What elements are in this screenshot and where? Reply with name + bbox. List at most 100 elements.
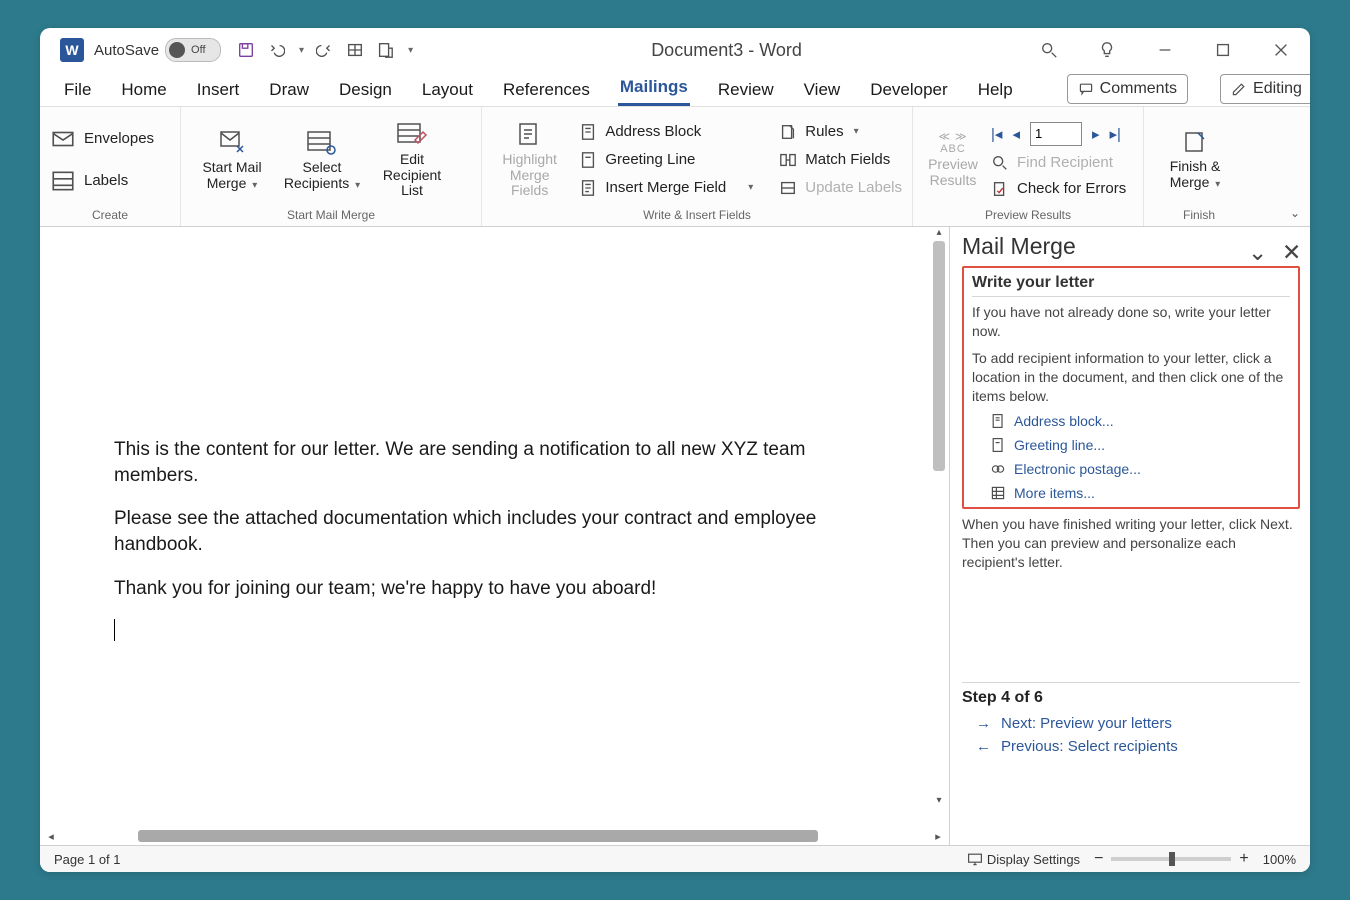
document-title: Document3 - Word xyxy=(413,40,1040,61)
comments-button[interactable]: Comments xyxy=(1067,74,1188,104)
zoom-slider[interactable] xyxy=(1111,857,1231,861)
minimize-icon[interactable] xyxy=(1156,41,1174,59)
pane-title: Mail Merge xyxy=(962,233,1076,260)
editing-mode-button[interactable]: Editing▾ xyxy=(1220,74,1310,104)
first-record-icon[interactable]: |◂ xyxy=(991,125,1002,143)
text-cursor xyxy=(114,619,115,641)
envelopes-button[interactable]: Envelopes xyxy=(50,126,154,152)
pane-dropdown-icon[interactable]: ⌄ xyxy=(1248,239,1264,255)
address-block-button[interactable]: Address Block xyxy=(579,123,753,141)
arrow-right-icon: → xyxy=(976,715,991,732)
document-page[interactable]: This is the content for our letter. We a… xyxy=(40,227,931,827)
prev-record-icon[interactable]: ◂ xyxy=(1012,125,1020,143)
scroll-down-icon[interactable]: ▾ xyxy=(931,795,947,809)
document-area: This is the content for our letter. We a… xyxy=(40,227,949,845)
save-icon[interactable] xyxy=(237,41,255,59)
workspace: This is the content for our letter. We a… xyxy=(40,227,1310,845)
scroll-left-icon[interactable]: ◂ xyxy=(44,830,58,843)
title-bar: W AutoSave Off ▾ ▾ Document3 - Word xyxy=(40,28,1310,72)
rules-button[interactable]: Rules▾ xyxy=(779,123,902,141)
zoom-out-button[interactable]: − xyxy=(1094,850,1103,868)
ribbon-group-preview-results: ≪ ≫ABCPreview Results |◂ ◂ ▸ ▸| Find Rec… xyxy=(913,107,1144,226)
zoom-level[interactable]: 100% xyxy=(1263,852,1296,867)
tab-developer[interactable]: Developer xyxy=(868,76,950,106)
find-recipient-button[interactable]: Find Recipient xyxy=(991,154,1126,172)
maximize-icon[interactable] xyxy=(1214,41,1232,59)
ribbon-group-write-insert: Highlight Merge Fields Address Block Gre… xyxy=(482,107,913,226)
ribbon-collapse-icon[interactable]: ⌄ xyxy=(1290,206,1300,220)
tab-insert[interactable]: Insert xyxy=(195,76,242,106)
search-icon[interactable] xyxy=(1040,41,1058,59)
arrow-left-icon: ← xyxy=(976,738,991,755)
insert-merge-field-button[interactable]: Insert Merge Field▾ xyxy=(579,179,753,197)
scroll-right-icon[interactable]: ▸ xyxy=(931,830,945,843)
undo-icon[interactable] xyxy=(267,41,285,59)
lightbulb-icon[interactable] xyxy=(1098,41,1116,59)
address-block-link[interactable]: Address block... xyxy=(990,413,1290,429)
tab-home[interactable]: Home xyxy=(119,76,168,106)
preview-results-button[interactable]: ≪ ≫ABCPreview Results xyxy=(923,131,983,188)
hscroll-thumb[interactable] xyxy=(138,830,818,842)
after-text: When you have finished writing your lett… xyxy=(962,515,1300,572)
last-record-icon[interactable]: ▸| xyxy=(1110,125,1121,143)
tab-layout[interactable]: Layout xyxy=(420,76,475,106)
word-app-icon: W xyxy=(60,38,84,62)
intro-text-2: To add recipient information to your let… xyxy=(972,349,1290,406)
pane-close-icon[interactable]: ✕ xyxy=(1282,239,1298,255)
record-number-input[interactable] xyxy=(1030,122,1082,146)
ribbon-group-create: Envelopes Labels Create xyxy=(40,107,181,226)
paste-icon[interactable] xyxy=(376,41,394,59)
zoom-in-button[interactable]: + xyxy=(1239,850,1248,868)
close-icon[interactable] xyxy=(1272,41,1290,59)
greeting-line-button[interactable]: Greeting Line xyxy=(579,151,753,169)
paragraph-2: Please see the attached documentation wh… xyxy=(114,506,871,557)
finish-merge-button[interactable]: Finish & Merge ▾ xyxy=(1154,129,1236,190)
select-recipients-button[interactable]: Select Recipients ▾ xyxy=(281,128,363,191)
autosave-toggle[interactable]: Off xyxy=(165,38,221,62)
scroll-thumb[interactable] xyxy=(933,241,945,471)
step-indicator: Step 4 of 6 xyxy=(962,689,1300,707)
display-settings-button[interactable]: Display Settings xyxy=(987,852,1080,867)
highlighted-section: Write your letter If you have not alread… xyxy=(962,266,1300,509)
intro-text-1: If you have not already done so, write y… xyxy=(972,303,1290,341)
table-icon[interactable] xyxy=(346,41,364,59)
tab-view[interactable]: View xyxy=(802,76,843,106)
scroll-up-icon[interactable]: ▴ xyxy=(931,227,947,241)
tab-draw[interactable]: Draw xyxy=(267,76,311,106)
start-mail-merge-button[interactable]: Start Mail Merge ▾ xyxy=(191,128,273,191)
tab-file[interactable]: File xyxy=(62,76,93,106)
undo-dropdown-icon[interactable]: ▾ xyxy=(299,45,304,56)
tab-mailings[interactable]: Mailings xyxy=(618,73,690,106)
check-for-errors-button[interactable]: Check for Errors xyxy=(991,180,1126,198)
ribbon-group-start-mail-merge: Start Mail Merge ▾ Select Recipients ▾ E… xyxy=(181,107,482,226)
highlight-merge-fields-button[interactable]: Highlight Merge Fields xyxy=(492,120,567,198)
word-window: W AutoSave Off ▾ ▾ Document3 - Word File… xyxy=(40,28,1310,872)
tab-design[interactable]: Design xyxy=(337,76,394,106)
horizontal-scrollbar[interactable]: ◂ ▸ xyxy=(40,827,949,845)
ribbon-tabs: File Home Insert Draw Design Layout Refe… xyxy=(40,72,1310,107)
quick-access-toolbar: ▾ ▾ xyxy=(237,41,413,59)
update-labels-button[interactable]: Update Labels xyxy=(779,179,902,197)
tab-references[interactable]: References xyxy=(501,76,592,106)
electronic-postage-link[interactable]: Electronic postage... xyxy=(990,461,1290,477)
vertical-scrollbar[interactable]: ▴ ▾ xyxy=(931,227,947,827)
zoom-handle[interactable] xyxy=(1169,852,1175,866)
next-record-icon[interactable]: ▸ xyxy=(1092,125,1100,143)
tab-review[interactable]: Review xyxy=(716,76,776,106)
paragraph-1: This is the content for our letter. We a… xyxy=(114,437,871,488)
edit-recipient-list-button[interactable]: Edit Recipient List xyxy=(371,120,453,198)
more-items-link[interactable]: More items... xyxy=(990,485,1290,501)
page-indicator[interactable]: Page 1 of 1 xyxy=(54,852,121,867)
match-fields-button[interactable]: Match Fields xyxy=(779,151,902,169)
redo-icon[interactable] xyxy=(316,41,334,59)
next-step-link[interactable]: →Next: Preview your letters xyxy=(976,715,1300,732)
ribbon-group-finish: Finish & Merge ▾ Finish xyxy=(1144,107,1254,226)
greeting-line-link[interactable]: Greeting line... xyxy=(990,437,1290,453)
previous-step-link[interactable]: ←Previous: Select recipients xyxy=(976,738,1300,755)
tab-help[interactable]: Help xyxy=(976,76,1015,106)
record-navigator: |◂ ◂ ▸ ▸| xyxy=(991,122,1126,146)
mail-merge-pane: Mail Merge ⌄ ✕ Write your letter If you … xyxy=(949,227,1310,845)
labels-button[interactable]: Labels xyxy=(50,168,154,194)
display-settings-icon[interactable] xyxy=(967,851,983,867)
paragraph-3: Thank you for joining our team; we're ha… xyxy=(114,576,871,602)
